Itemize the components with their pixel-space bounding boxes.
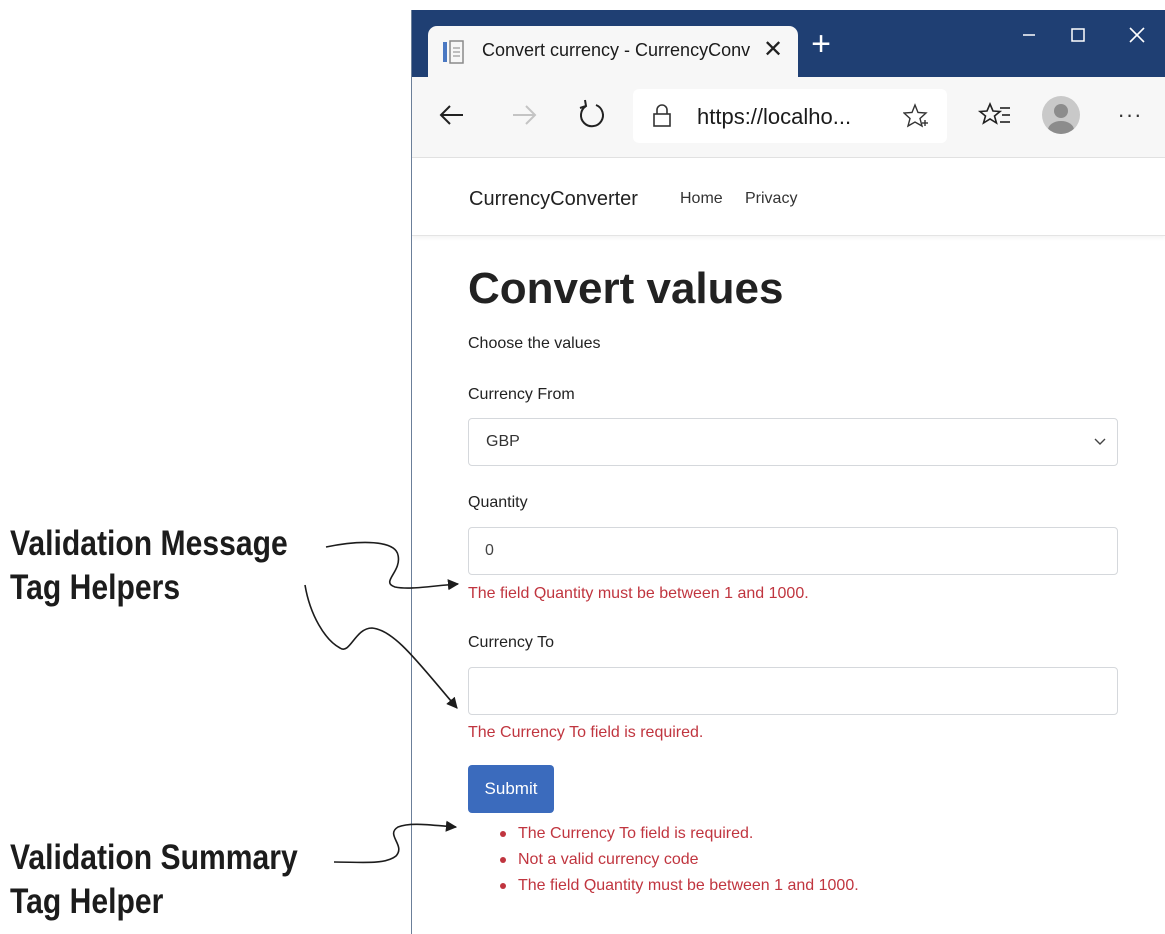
currency-to-validation-message: The Currency To field is required. [468, 724, 704, 741]
star-icon[interactable] [903, 103, 929, 129]
validation-summary-item: The field Quantity must be between 1 and… [500, 876, 859, 902]
currency-from-label: Currency From [468, 386, 575, 403]
validation-summary-item: The Currency To field is required. [500, 824, 859, 850]
title-bar: Convert currency - CurrencyConv ✕ + [412, 10, 1165, 78]
close-window-icon[interactable] [1117, 18, 1157, 52]
back-arrow-icon[interactable] [432, 95, 472, 135]
annotation-line: Validation Message [10, 524, 288, 563]
site-navbar: CurrencyConverter Home Privacy [412, 158, 1165, 236]
chevron-down-icon [1094, 438, 1106, 445]
annotation-line: Tag Helpers [10, 568, 181, 607]
address-bar[interactable]: https://localho... [633, 89, 947, 143]
browser-tab[interactable]: Convert currency - CurrencyConv ✕ [428, 26, 798, 78]
currency-from-select[interactable]: GBP [468, 418, 1118, 466]
quantity-validation-message: The field Quantity must be between 1 and… [468, 585, 809, 602]
page-icon [443, 40, 464, 64]
favorites-icon[interactable] [976, 95, 1016, 135]
browser-toolbar: https://localho... ··· [412, 77, 1165, 158]
plus-icon[interactable]: + [804, 27, 838, 62]
quantity-input[interactable]: 0 [468, 527, 1118, 575]
currency-to-label: Currency To [468, 634, 554, 651]
currency-to-input[interactable] [468, 667, 1118, 715]
avatar-icon[interactable] [1042, 96, 1080, 134]
minimize-icon[interactable] [1009, 18, 1049, 52]
submit-button[interactable]: Submit [468, 765, 554, 813]
close-icon[interactable]: ✕ [760, 37, 786, 63]
validation-message-annotation: Validation Message Tag Helpers [10, 522, 288, 610]
browser-window: Convert currency - CurrencyConv ✕ + http… [411, 10, 1165, 934]
refresh-icon[interactable] [572, 95, 612, 135]
annotation-line: Validation Summary [10, 838, 298, 877]
validation-summary-annotation: Validation Summary Tag Helper [10, 836, 298, 924]
quantity-label: Quantity [468, 494, 528, 511]
page-subtitle: Choose the values [468, 335, 601, 352]
forward-arrow-icon[interactable] [504, 95, 544, 135]
more-icon[interactable]: ··· [1110, 97, 1150, 133]
page-title: Convert values [468, 264, 784, 313]
url-text: https://localho... [697, 104, 852, 129]
validation-summary: The Currency To field is required. Not a… [500, 824, 859, 902]
brand-link[interactable]: CurrencyConverter [469, 188, 638, 211]
nav-link-privacy[interactable]: Privacy [745, 190, 797, 208]
tab-title: Convert currency - CurrencyConv [482, 40, 751, 60]
validation-summary-item: Not a valid currency code [500, 850, 859, 876]
quantity-value: 0 [485, 542, 494, 559]
nav-link-home[interactable]: Home [680, 190, 723, 208]
lock-icon [653, 104, 671, 127]
maximize-icon[interactable] [1058, 18, 1098, 52]
annotation-line: Tag Helper [10, 882, 164, 921]
currency-from-value: GBP [486, 433, 520, 450]
